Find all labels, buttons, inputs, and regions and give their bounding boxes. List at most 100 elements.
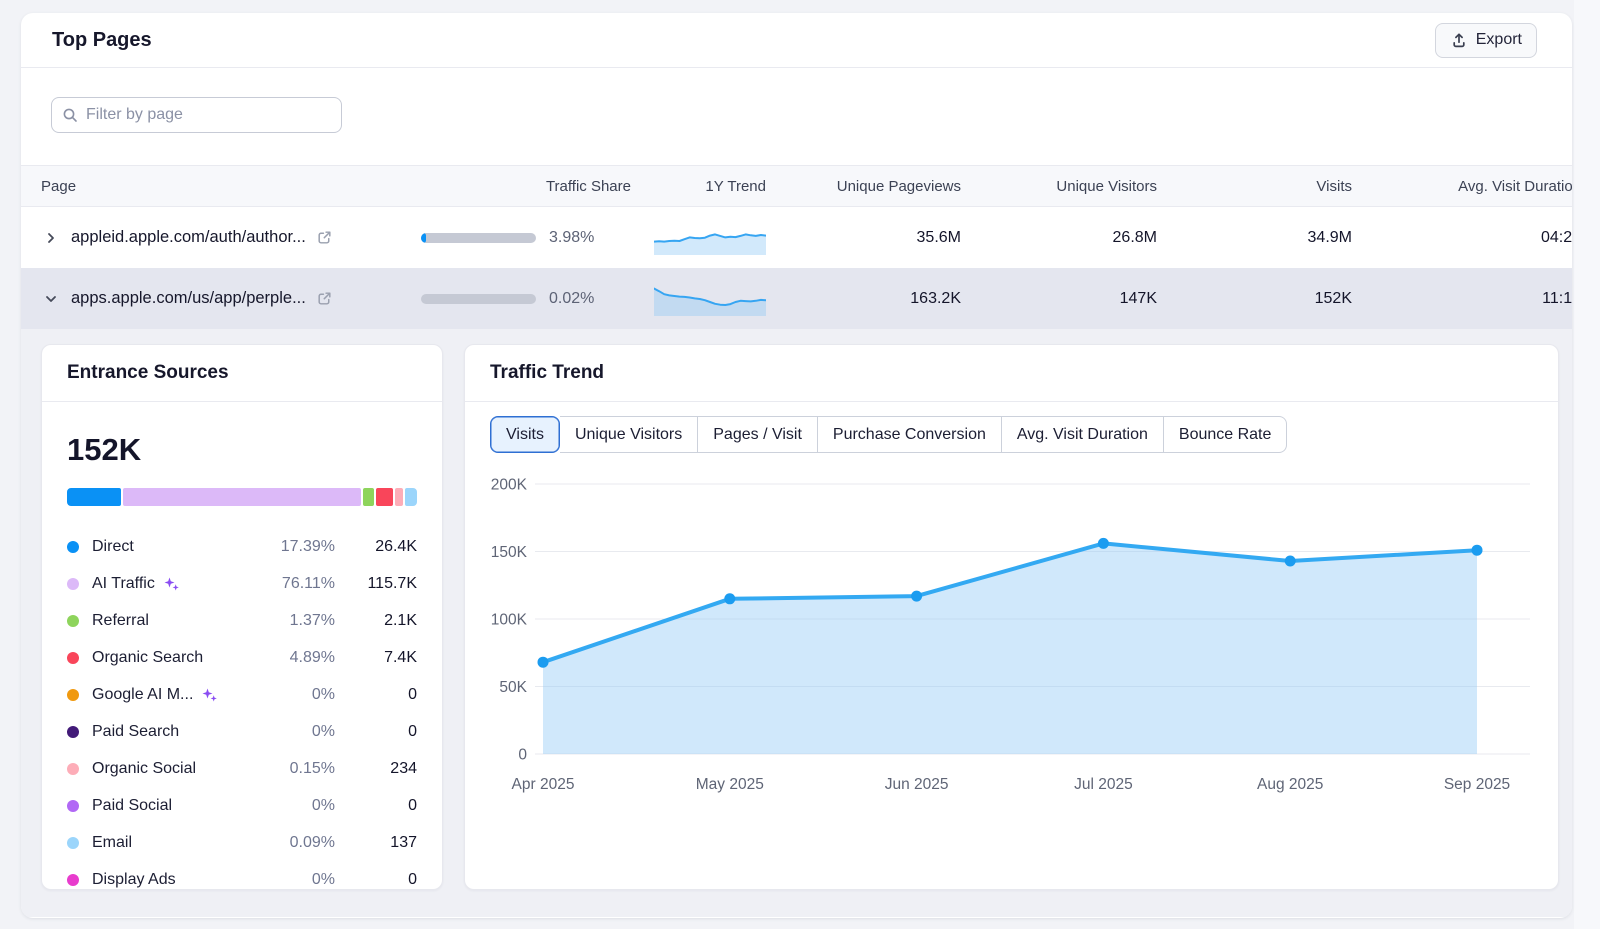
filter-row — [21, 68, 1572, 165]
legend-percent: 0% — [257, 797, 335, 815]
column-header-visits: Visits — [1157, 178, 1352, 195]
table-row[interactable]: appleid.apple.com/auth/author... 3.98% 3… — [21, 207, 1572, 268]
avg-visit-duration-value: 04:25 — [1352, 229, 1572, 247]
legend-item-display-ads: Display Ads0%0 — [67, 861, 417, 890]
table-header: Page Traffic Share 1Y Trend Unique Pagev… — [21, 165, 1572, 207]
legend-value: 0 — [335, 686, 417, 704]
legend-percent: 1.37% — [257, 612, 335, 630]
entrance-sources-panel: Entrance Sources 152K Direct17.39%26.4KA… — [41, 344, 443, 890]
export-icon — [1450, 31, 1468, 49]
legend-percent: 0% — [257, 871, 335, 889]
legend-item-referral: Referral 1.37%2.1K — [67, 602, 417, 639]
entrance-sources-title: Entrance Sources — [67, 362, 229, 384]
column-header-unique-pageviews: Unique Pageviews — [766, 178, 961, 195]
legend-percent: 4.89% — [257, 649, 335, 667]
chevron-down-icon[interactable] — [41, 289, 61, 309]
column-header-1y-trend: 1Y Trend — [631, 178, 766, 195]
trend-sparkline — [654, 220, 766, 256]
visits-value: 34.9M — [1157, 229, 1352, 247]
legend-percent: 17.39% — [257, 538, 335, 556]
legend-percent: 0.15% — [257, 760, 335, 778]
page-link[interactable]: appleid.apple.com/auth/author... — [71, 228, 306, 247]
chevron-right-icon[interactable] — [41, 228, 61, 248]
legend-value: 2.1K — [335, 612, 417, 630]
entrance-sources-total: 152K — [67, 432, 417, 468]
external-link-icon[interactable] — [316, 290, 333, 307]
legend-value: 115.7K — [335, 575, 417, 593]
legend-percent: 76.11% — [257, 575, 335, 593]
legend-color-dot — [67, 578, 79, 590]
svg-text:Jun 2025: Jun 2025 — [885, 776, 949, 793]
legend-item-google-ai-m: Google AI M... 0%0 — [67, 676, 417, 713]
legend-label: Display Ads — [92, 871, 176, 889]
legend-color-dot — [67, 652, 79, 664]
traffic-share-bar — [421, 294, 536, 304]
traffic-share-value: 0.02% — [549, 290, 594, 308]
tab-pages-visit[interactable]: Pages / Visit — [698, 416, 818, 453]
unique-pageviews-value: 163.2K — [766, 290, 961, 308]
filter-input[interactable] — [51, 97, 342, 133]
svg-text:Aug 2025: Aug 2025 — [1257, 776, 1323, 793]
page-link[interactable]: apps.apple.com/us/app/perple... — [71, 289, 306, 308]
svg-text:Jul 2025: Jul 2025 — [1074, 776, 1133, 793]
legend-item-email: Email0.09%137 — [67, 824, 417, 861]
svg-text:150K: 150K — [491, 544, 528, 561]
page-gutter — [1574, 0, 1600, 929]
legend-item-paid-social: Paid Social 0%0 — [67, 787, 417, 824]
table-row-expanded[interactable]: apps.apple.com/us/app/perple... 0.02% 16… — [21, 268, 1572, 329]
legend-label: AI Traffic — [92, 575, 155, 593]
legend-label: Paid Social — [92, 797, 172, 815]
column-header-traffic-share: Traffic Share — [421, 178, 631, 195]
filter-input-wrapper — [51, 97, 342, 133]
unique-visitors-value: 147K — [961, 290, 1157, 308]
svg-text:200K: 200K — [491, 477, 528, 494]
traffic-share-value: 3.98% — [549, 229, 594, 247]
column-header-unique-visitors: Unique Visitors — [961, 178, 1157, 195]
trend-sparkline — [654, 281, 766, 317]
legend-item-ai-traffic: AI Traffic 76.11%115.7K — [67, 565, 417, 602]
legend-value: 7.4K — [335, 649, 417, 667]
legend-value: 0 — [335, 797, 417, 815]
legend-label: Referral — [92, 612, 149, 630]
legend-label: Direct — [92, 538, 134, 556]
metric-tabs: VisitsUnique VisitorsPages / VisitPurcha… — [490, 416, 1287, 453]
svg-text:100K: 100K — [491, 612, 528, 629]
legend-color-dot — [67, 800, 79, 812]
tab-visits[interactable]: Visits — [490, 416, 560, 453]
page-title: Top Pages — [52, 29, 152, 52]
top-pages-card: Top Pages Export Page Traffic Share 1Y T… — [21, 13, 1572, 918]
tab-avg-visit-duration[interactable]: Avg. Visit Duration — [1002, 416, 1164, 453]
legend-color-dot — [67, 689, 79, 701]
expanded-row-details: Entrance Sources 152K Direct17.39%26.4KA… — [21, 329, 1572, 917]
legend-color-dot — [67, 763, 79, 775]
external-link-icon[interactable] — [316, 229, 333, 246]
legend-item-paid-search: Paid Search0%0 — [67, 713, 417, 750]
search-icon — [62, 107, 78, 123]
legend-color-dot — [67, 837, 79, 849]
unique-pageviews-value: 35.6M — [766, 229, 961, 247]
export-label: Export — [1476, 31, 1522, 49]
entrance-legend: Direct17.39%26.4KAI Traffic76.11%115.7KR… — [67, 528, 417, 890]
bar-segment-email — [405, 488, 417, 506]
legend-value: 0 — [335, 723, 417, 741]
svg-text:0: 0 — [518, 747, 527, 764]
tab-unique-visitors[interactable]: Unique Visitors — [560, 416, 698, 453]
tab-bounce-rate[interactable]: Bounce Rate — [1164, 416, 1288, 453]
column-header-avg-visit-duration: Avg. Visit Duration — [1352, 178, 1572, 195]
bar-segment-organic-social — [395, 488, 404, 506]
legend-label: Google AI M... — [92, 686, 193, 704]
legend-label: Organic Search — [92, 649, 203, 667]
visits-value: 152K — [1157, 290, 1352, 308]
export-button[interactable]: Export — [1435, 23, 1537, 58]
legend-color-dot — [67, 541, 79, 553]
legend-color-dot — [67, 874, 79, 886]
bar-segment-referral — [363, 488, 375, 506]
tab-purchase-conversion[interactable]: Purchase Conversion — [818, 416, 1002, 453]
legend-item-organic-social: Organic Social0.15%234 — [67, 750, 417, 787]
legend-color-dot — [67, 726, 79, 738]
traffic-trend-header: Traffic Trend — [465, 345, 1558, 402]
legend-percent: 0% — [257, 686, 335, 704]
ai-sparkle-icon — [163, 576, 180, 592]
legend-item-direct: Direct17.39%26.4K — [67, 528, 417, 565]
bar-segment-direct — [67, 488, 121, 506]
